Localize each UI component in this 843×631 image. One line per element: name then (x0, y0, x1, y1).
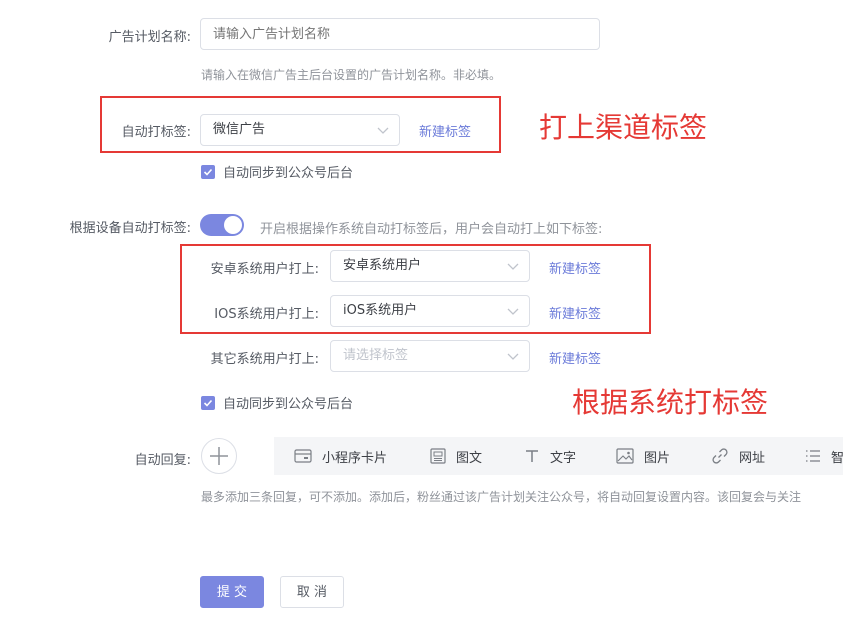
reply-type-miniprogram-label: 小程序卡片 (322, 450, 388, 466)
sync-checkbox-2[interactable]: 自动同步到公众号后台 (201, 393, 353, 412)
link-icon (712, 448, 728, 464)
reply-type-more[interactable]: 智 (805, 437, 843, 475)
checkbox-checked-icon (201, 164, 215, 179)
reply-type-link-label: 网址 (739, 450, 766, 466)
reply-type-text[interactable]: 文字 (524, 437, 576, 475)
cancel-button[interactable]: 取 消 (280, 576, 344, 608)
other-tag-select[interactable]: 请选择标签 (330, 340, 530, 372)
other-new-tag-link[interactable]: 新建标签 (549, 348, 601, 367)
auto-tag-value: 微信广告 (213, 122, 266, 137)
reply-type-article[interactable]: 图文 (430, 437, 482, 475)
ios-tag-select[interactable]: iOS系统用户 (330, 295, 530, 327)
system-tag-annotation: 根据系统打标签 (572, 386, 769, 419)
ios-label: IOS系统用户打上: (214, 307, 319, 322)
chevron-down-icon (507, 353, 519, 360)
reply-type-article-label: 图文 (456, 450, 483, 466)
sync-checkbox-1-label: 自动同步到公众号后台 (223, 166, 354, 181)
reply-type-image-label: 图片 (644, 450, 671, 466)
reply-type-image[interactable]: 图片 (616, 437, 670, 475)
ios-new-tag-link[interactable]: 新建标签 (549, 303, 601, 322)
other-system-label: 其它系统用户打上: (210, 352, 319, 367)
auto-tag-new-tag-link[interactable]: 新建标签 (419, 121, 471, 140)
ios-tag-value: iOS系统用户 (343, 303, 418, 318)
submit-button[interactable]: 提 交 (200, 576, 264, 608)
android-tag-select[interactable]: 安卓系统用户 (330, 250, 530, 282)
add-reply-button[interactable] (201, 438, 237, 474)
auto-tag-label: 自动打标签: (121, 125, 191, 140)
chevron-down-icon (507, 308, 519, 315)
chevron-down-icon (377, 127, 389, 134)
chevron-down-icon (507, 263, 519, 270)
text-icon (526, 450, 538, 462)
android-label: 安卓系统用户打上: (210, 262, 319, 277)
reply-type-more-label: 智 (831, 450, 843, 466)
plan-name-label: 广告计划名称: (108, 30, 191, 45)
image-icon (616, 448, 634, 464)
auto-reply-hint: 最多添加三条回复，可不添加。添加后，粉丝通过该广告计划关注公众号，将自动回复设置… (201, 490, 802, 504)
article-icon (430, 448, 446, 464)
plan-name-input[interactable] (200, 18, 600, 50)
device-tag-description: 开启根据操作系统自动打标签后，用户会自动打上如下标签: (260, 222, 603, 237)
sync-checkbox-2-label: 自动同步到公众号后台 (223, 397, 354, 412)
device-tag-label: 根据设备自动打标签: (69, 221, 191, 236)
device-tag-toggle[interactable] (200, 214, 244, 236)
toggle-knob (224, 216, 242, 234)
reply-type-link[interactable]: 网址 (711, 437, 765, 475)
list-icon (806, 450, 820, 462)
reply-type-bar: 小程序卡片 图文 文字 图片 网址 智 (274, 437, 843, 475)
auto-reply-label: 自动回复: (134, 453, 191, 468)
sync-checkbox-1[interactable]: 自动同步到公众号后台 (201, 162, 353, 181)
channel-tag-annotation: 打上渠道标签 (539, 111, 708, 144)
android-new-tag-link[interactable]: 新建标签 (549, 258, 601, 277)
checkbox-checked-icon (201, 395, 215, 410)
auto-tag-select[interactable]: 微信广告 (200, 114, 400, 146)
plan-name-hint: 请输入在微信广告主后台设置的广告计划名称。非必填。 (201, 68, 502, 82)
android-tag-value: 安卓系统用户 (343, 258, 422, 273)
reply-type-text-label: 文字 (550, 450, 577, 466)
plus-icon (210, 447, 228, 465)
card-icon (294, 449, 312, 463)
reply-type-miniprogram[interactable]: 小程序卡片 (294, 437, 387, 475)
other-tag-placeholder: 请选择标签 (343, 348, 409, 363)
